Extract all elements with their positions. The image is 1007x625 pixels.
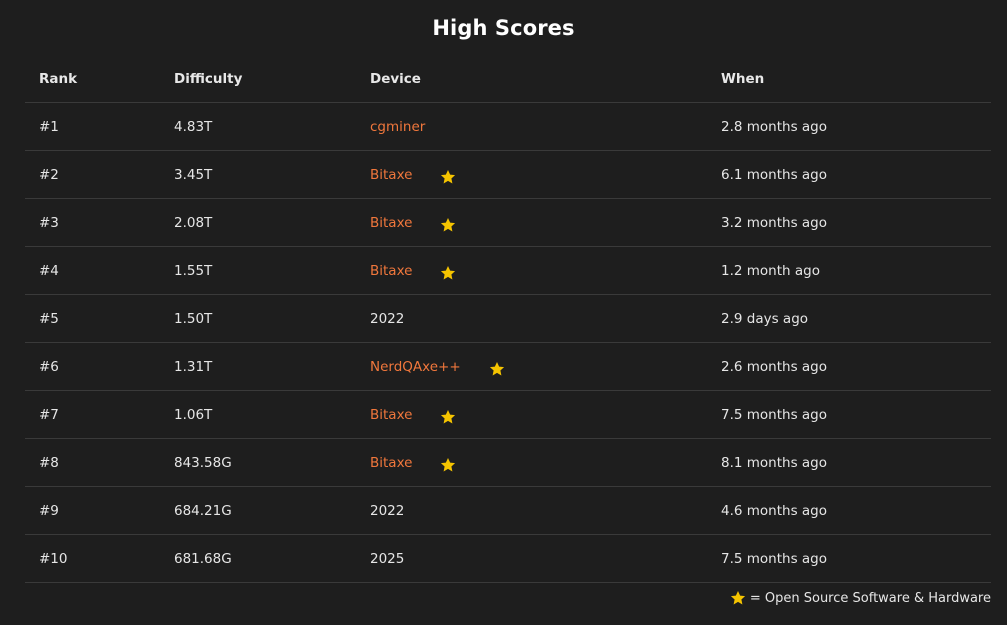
when-cell: 2.9 days ago	[721, 310, 809, 327]
device-cell: Bitaxe	[370, 151, 456, 198]
when-cell: 7.5 months ago	[721, 406, 828, 423]
difficulty-cell: 684.21G	[174, 502, 232, 519]
high-scores-table: Rank Difficulty Device When #1 4.83T cgmin…	[25, 56, 991, 583]
device-cell: 2025	[370, 535, 404, 582]
when-cell: 2.6 months ago	[721, 358, 828, 375]
star-icon	[440, 169, 456, 185]
column-header-difficulty: Difficulty	[174, 71, 243, 87]
device-cell: Bitaxe	[370, 439, 456, 486]
table-row: #9 684.21G 2022 4.6 months ago	[25, 487, 991, 535]
difficulty-cell: 843.58G	[174, 454, 232, 471]
table-row: #5 1.50T 2022 2.9 days ago	[25, 295, 991, 343]
device-cell: 2022	[370, 487, 404, 534]
when-cell: 7.5 months ago	[721, 550, 828, 567]
rank-cell: #5	[39, 310, 59, 327]
table-row: #1 4.83T cgminer 2.8 months ago	[25, 103, 991, 151]
device-link[interactable]: Bitaxe	[370, 455, 412, 471]
device-name: 2022	[370, 502, 405, 519]
legend-text: = Open Source Software & Hardware	[749, 591, 991, 606]
rank-cell: #7	[39, 406, 59, 423]
rank-cell: #9	[39, 502, 59, 519]
rank-cell: #1	[39, 118, 59, 135]
rank-cell: #6	[39, 358, 59, 375]
star-icon	[489, 361, 505, 377]
table-header-row: Rank Difficulty Device When	[25, 56, 991, 103]
star-icon	[730, 590, 746, 606]
star-icon	[440, 457, 456, 473]
difficulty-cell: 1.06T	[174, 406, 213, 423]
column-header-device: Device	[370, 71, 421, 87]
when-cell: 2.8 months ago	[721, 118, 828, 135]
rank-cell: #3	[39, 214, 59, 231]
difficulty-cell: 1.50T	[174, 310, 213, 327]
star-icon	[440, 409, 456, 425]
device-cell: Bitaxe	[370, 199, 456, 246]
device-name: 2025	[370, 550, 405, 567]
rank-cell: #8	[39, 454, 59, 471]
star-icon	[440, 217, 456, 233]
column-header-rank: Rank	[39, 71, 78, 87]
device-link[interactable]: cgminer	[370, 119, 425, 135]
difficulty-cell: 1.55T	[174, 262, 213, 279]
difficulty-cell: 681.68G	[174, 550, 232, 567]
rank-cell: #10	[39, 550, 68, 567]
device-cell: cgminer	[370, 103, 425, 150]
table-row: #6 1.31T NerdQAxe++ 2.6 months ago	[25, 343, 991, 391]
device-cell: NerdQAxe++	[370, 343, 505, 390]
table-row: #10 681.68G 2025 7.5 months ago	[25, 535, 991, 583]
table-row: #2 3.45T Bitaxe 6.1 months ago	[25, 151, 991, 199]
when-cell: 1.2 month ago	[721, 262, 820, 279]
device-cell: 2022	[370, 295, 404, 342]
device-link[interactable]: Bitaxe	[370, 407, 412, 423]
device-cell: Bitaxe	[370, 247, 456, 294]
rank-cell: #4	[39, 262, 59, 279]
difficulty-cell: 4.83T	[174, 118, 213, 135]
when-cell: 6.1 months ago	[721, 166, 828, 183]
device-link[interactable]: Bitaxe	[370, 215, 412, 231]
table-row: #3 2.08T Bitaxe 3.2 months ago	[25, 199, 991, 247]
device-link[interactable]: Bitaxe	[370, 167, 412, 183]
table-row: #7 1.06T Bitaxe 7.5 months ago	[25, 391, 991, 439]
star-icon	[440, 265, 456, 281]
when-cell: 4.6 months ago	[721, 502, 828, 519]
when-cell: 3.2 months ago	[721, 214, 828, 231]
difficulty-cell: 1.31T	[174, 358, 213, 375]
device-link[interactable]: Bitaxe	[370, 263, 412, 279]
high-scores-page: High Scores Rank Difficulty Device When …	[0, 0, 1007, 625]
when-cell: 8.1 months ago	[721, 454, 828, 471]
device-cell: Bitaxe	[370, 391, 456, 438]
rank-cell: #2	[39, 166, 59, 183]
difficulty-cell: 2.08T	[174, 214, 213, 231]
table-row: #8 843.58G Bitaxe 8.1 months ago	[25, 439, 991, 487]
device-link[interactable]: NerdQAxe++	[370, 359, 461, 375]
device-name: 2022	[370, 310, 405, 327]
page-title: High Scores	[432, 16, 575, 40]
table-row: #4 1.55T Bitaxe 1.2 month ago	[25, 247, 991, 295]
table-body: #1 4.83T cgminer 2.8 months ago #2 3.45T Bitax…	[25, 103, 991, 583]
difficulty-cell: 3.45T	[174, 166, 213, 183]
legend: = Open Source Software & Hardware	[730, 590, 991, 606]
column-header-when: When	[721, 71, 765, 87]
